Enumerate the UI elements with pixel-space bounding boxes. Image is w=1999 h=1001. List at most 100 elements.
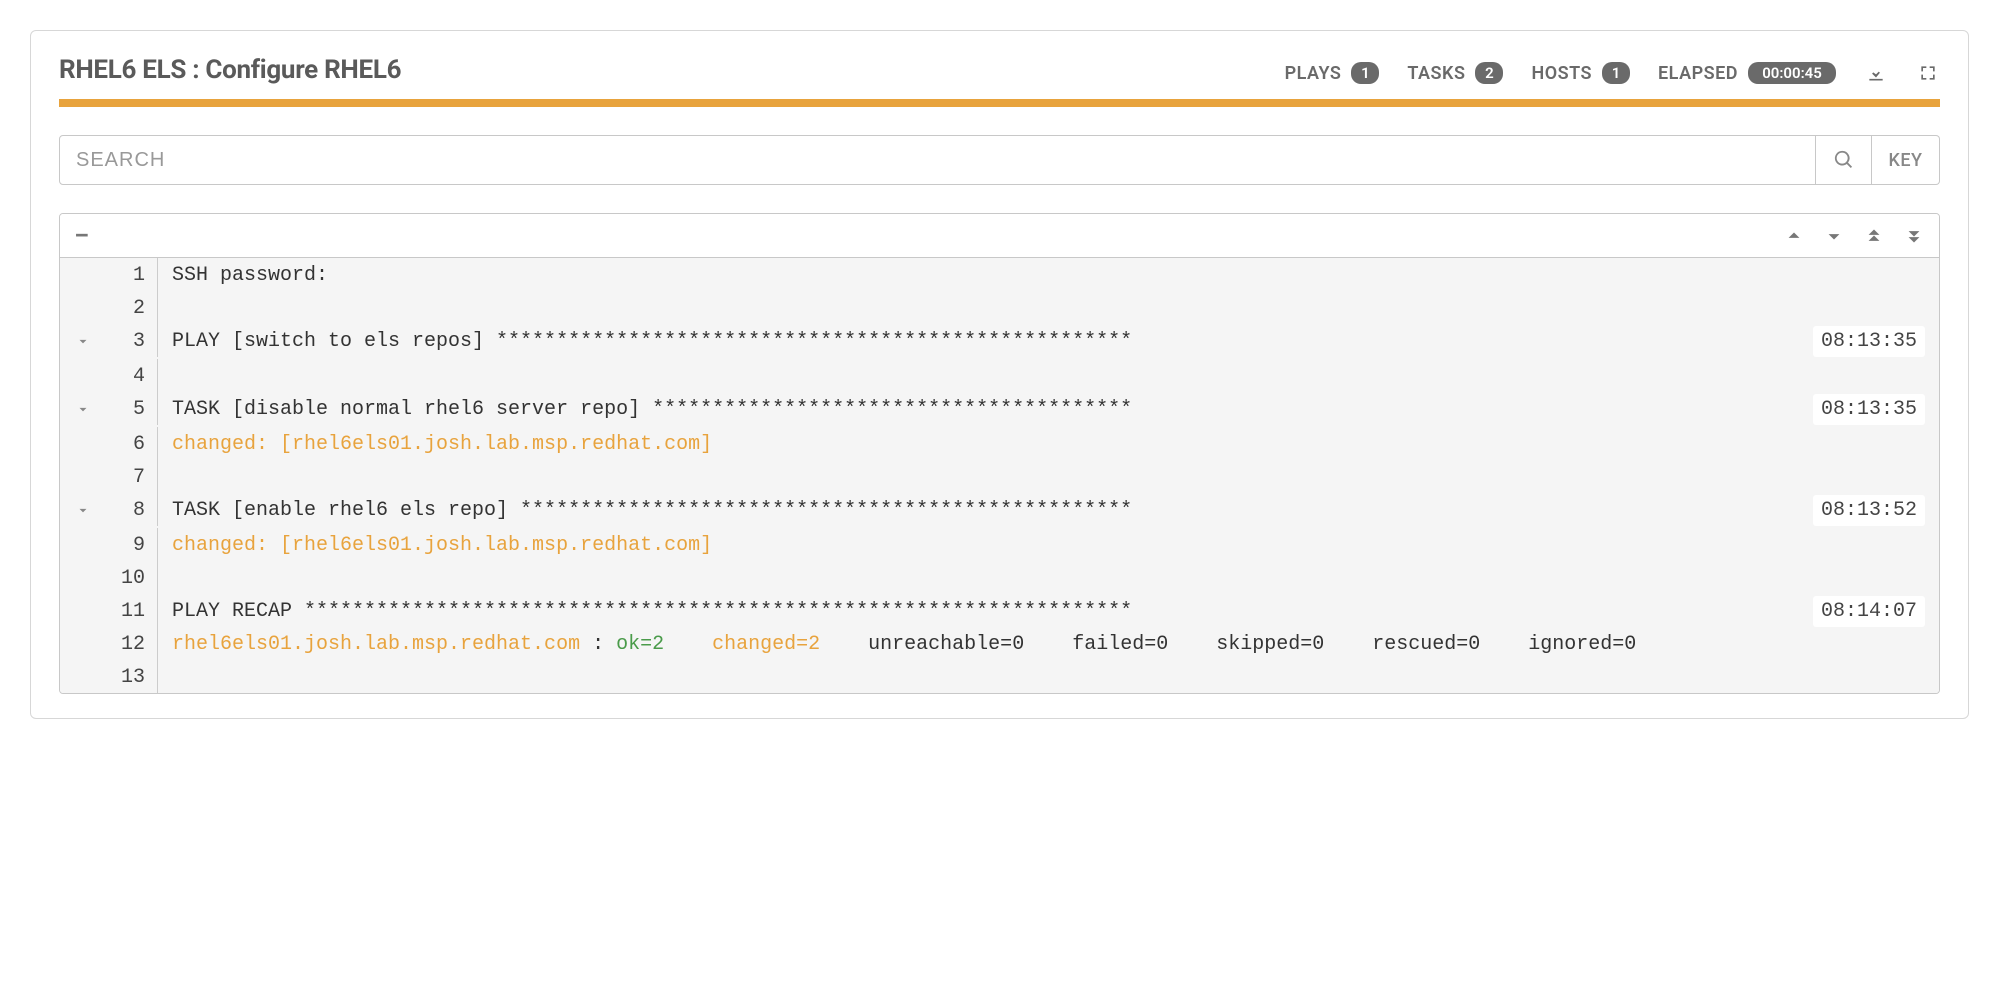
line-number: 8: [106, 493, 158, 526]
line-segment: TASK [enable rhel6 els repo] ***********…: [172, 499, 1132, 522]
output-line: 6 changed: [rhel6els01.josh.lab.msp.redha…: [60, 427, 1939, 460]
line-timestamp: 08:13:52: [1813, 495, 1925, 526]
output-line: 10: [60, 561, 1939, 594]
line-text: SSH password:: [158, 258, 1939, 291]
line-number: 2: [106, 291, 158, 324]
line-expand-toggle: [60, 594, 106, 598]
line-expand-toggle: [60, 460, 106, 464]
output-line: 5 08:13:35 TASK [disable normal rhel6 serv…: [60, 392, 1939, 427]
line-segment: [664, 633, 712, 656]
output-line: 1 SSH password:: [60, 258, 1939, 291]
line-expand-toggle: [60, 258, 106, 262]
line-expand-toggle[interactable]: [60, 324, 106, 359]
search-button[interactable]: [1816, 135, 1872, 185]
stat-hosts: HOSTS 1: [1531, 62, 1630, 84]
stat-plays: PLAYS 1: [1285, 62, 1380, 84]
line-text: 08:13:35 PLAY [switch to els repos] *****…: [158, 324, 1939, 357]
page-up-icon[interactable]: [1863, 225, 1885, 247]
line-number: 5: [106, 392, 158, 425]
line-number: 12: [106, 627, 158, 660]
stat-plays-count: 1: [1351, 62, 1379, 84]
line-expand-toggle: [60, 660, 106, 664]
line-number: 10: [106, 561, 158, 594]
line-expand-toggle: [60, 561, 106, 565]
line-text: [158, 359, 1939, 361]
job-title: RHEL6 ELS : Configure RHEL6: [59, 55, 401, 85]
line-number: 9: [106, 528, 158, 561]
line-expand-toggle: [60, 427, 106, 431]
line-segment: PLAY [switch to els repos] *************…: [172, 330, 1132, 353]
line-segment: PLAY RECAP *****************************…: [172, 600, 1132, 623]
stat-plays-label: PLAYS: [1285, 63, 1342, 84]
line-expand-toggle[interactable]: [60, 392, 106, 427]
job-output-panel: RHEL6 ELS : Configure RHEL6 PLAYS 1 TASK…: [30, 30, 1969, 719]
line-segment: TASK [disable normal rhel6 server repo] …: [172, 398, 1132, 421]
output-line: 2: [60, 291, 1939, 324]
line-text: 08:14:07 PLAY RECAP *********************…: [158, 594, 1939, 627]
stat-elapsed-value: 00:00:45: [1748, 62, 1836, 84]
line-text: 08:13:52 TASK [enable rhel6 els repo] ***…: [158, 493, 1939, 526]
line-number: 11: [106, 594, 158, 627]
stat-tasks: TASKS 2: [1407, 62, 1503, 84]
stat-tasks-label: TASKS: [1407, 63, 1465, 84]
line-expand-toggle: [60, 291, 106, 295]
line-segment: changed: [rhel6els01.josh.lab.msp.redhat…: [172, 534, 712, 557]
line-segment: unreachable=0 failed=0 skipped=0 rescued…: [820, 633, 1636, 656]
line-number: 1: [106, 258, 158, 291]
expand-icon[interactable]: [1916, 61, 1940, 85]
key-button[interactable]: KEY: [1872, 135, 1940, 185]
line-segment: ok=2: [616, 633, 664, 656]
line-number: 13: [106, 660, 158, 693]
collapse-all-icon[interactable]: −: [74, 222, 90, 250]
line-number: 6: [106, 427, 158, 460]
line-segment: changed=2: [712, 633, 820, 656]
line-text: [158, 460, 1939, 462]
output-line: 9 changed: [rhel6els01.josh.lab.msp.redha…: [60, 528, 1939, 561]
output-body[interactable]: 1 SSH password: 23 08:13:35 PLAY [switch to …: [60, 258, 1939, 693]
line-expand-toggle: [60, 528, 106, 532]
download-icon[interactable]: [1864, 61, 1888, 85]
output-line: 12rhel6els01.josh.lab.msp.redhat.com : o…: [60, 627, 1939, 660]
scroll-up-icon[interactable]: [1783, 225, 1805, 247]
output-toolbar: −: [60, 214, 1939, 258]
stat-elapsed-label: ELAPSED: [1658, 63, 1738, 84]
line-timestamp: 08:13:35: [1813, 394, 1925, 425]
line-text: [158, 561, 1939, 563]
line-segment: :: [580, 633, 616, 656]
line-segment: changed: [rhel6els01.josh.lab.msp.redhat…: [172, 433, 712, 456]
line-expand-toggle: [60, 359, 106, 363]
line-number: 3: [106, 324, 158, 357]
search-row: KEY: [59, 135, 1940, 185]
output-line: 13: [60, 660, 1939, 693]
line-segment: SSH password:: [172, 264, 328, 287]
panel-header: RHEL6 ELS : Configure RHEL6 PLAYS 1 TASK…: [59, 55, 1940, 85]
line-expand-toggle[interactable]: [60, 493, 106, 528]
page-down-icon[interactable]: [1903, 225, 1925, 247]
progress-bar: [59, 99, 1940, 107]
line-text: changed: [rhel6els01.josh.lab.msp.redhat…: [158, 427, 1939, 460]
line-text: rhel6els01.josh.lab.msp.redhat.com : ok=…: [158, 627, 1939, 660]
stat-tasks-count: 2: [1475, 62, 1503, 84]
job-stats: PLAYS 1 TASKS 2 HOSTS 1 ELAPSED 00:00:45: [1285, 61, 1940, 85]
line-expand-toggle: [60, 627, 106, 631]
line-number: 4: [106, 359, 158, 392]
line-timestamp: 08:14:07: [1813, 596, 1925, 627]
scroll-down-icon[interactable]: [1823, 225, 1845, 247]
line-text: 08:13:35 TASK [disable normal rhel6 serve…: [158, 392, 1939, 425]
line-text: [158, 660, 1939, 662]
output-line: 7: [60, 460, 1939, 493]
output-line: 4: [60, 359, 1939, 392]
output-line: 8 08:13:52 TASK [enable rhel6 els repo] **…: [60, 493, 1939, 528]
line-segment: rhel6els01.josh.lab.msp.redhat.com: [172, 633, 580, 656]
line-timestamp: 08:13:35: [1813, 326, 1925, 357]
line-text: [158, 291, 1939, 293]
line-text: changed: [rhel6els01.josh.lab.msp.redhat…: [158, 528, 1939, 561]
output-line: 3 08:13:35 PLAY [switch to els repos] ****…: [60, 324, 1939, 359]
output-line: 11 08:14:07 PLAY RECAP *******************…: [60, 594, 1939, 627]
line-number: 7: [106, 460, 158, 493]
output-panel: − 1 SSH password: 23 08:13:35 PLAY [switch t…: [59, 213, 1940, 694]
stat-hosts-count: 1: [1602, 62, 1630, 84]
search-input[interactable]: [59, 135, 1816, 185]
stat-elapsed: ELAPSED 00:00:45: [1658, 62, 1836, 84]
stat-hosts-label: HOSTS: [1531, 63, 1592, 84]
